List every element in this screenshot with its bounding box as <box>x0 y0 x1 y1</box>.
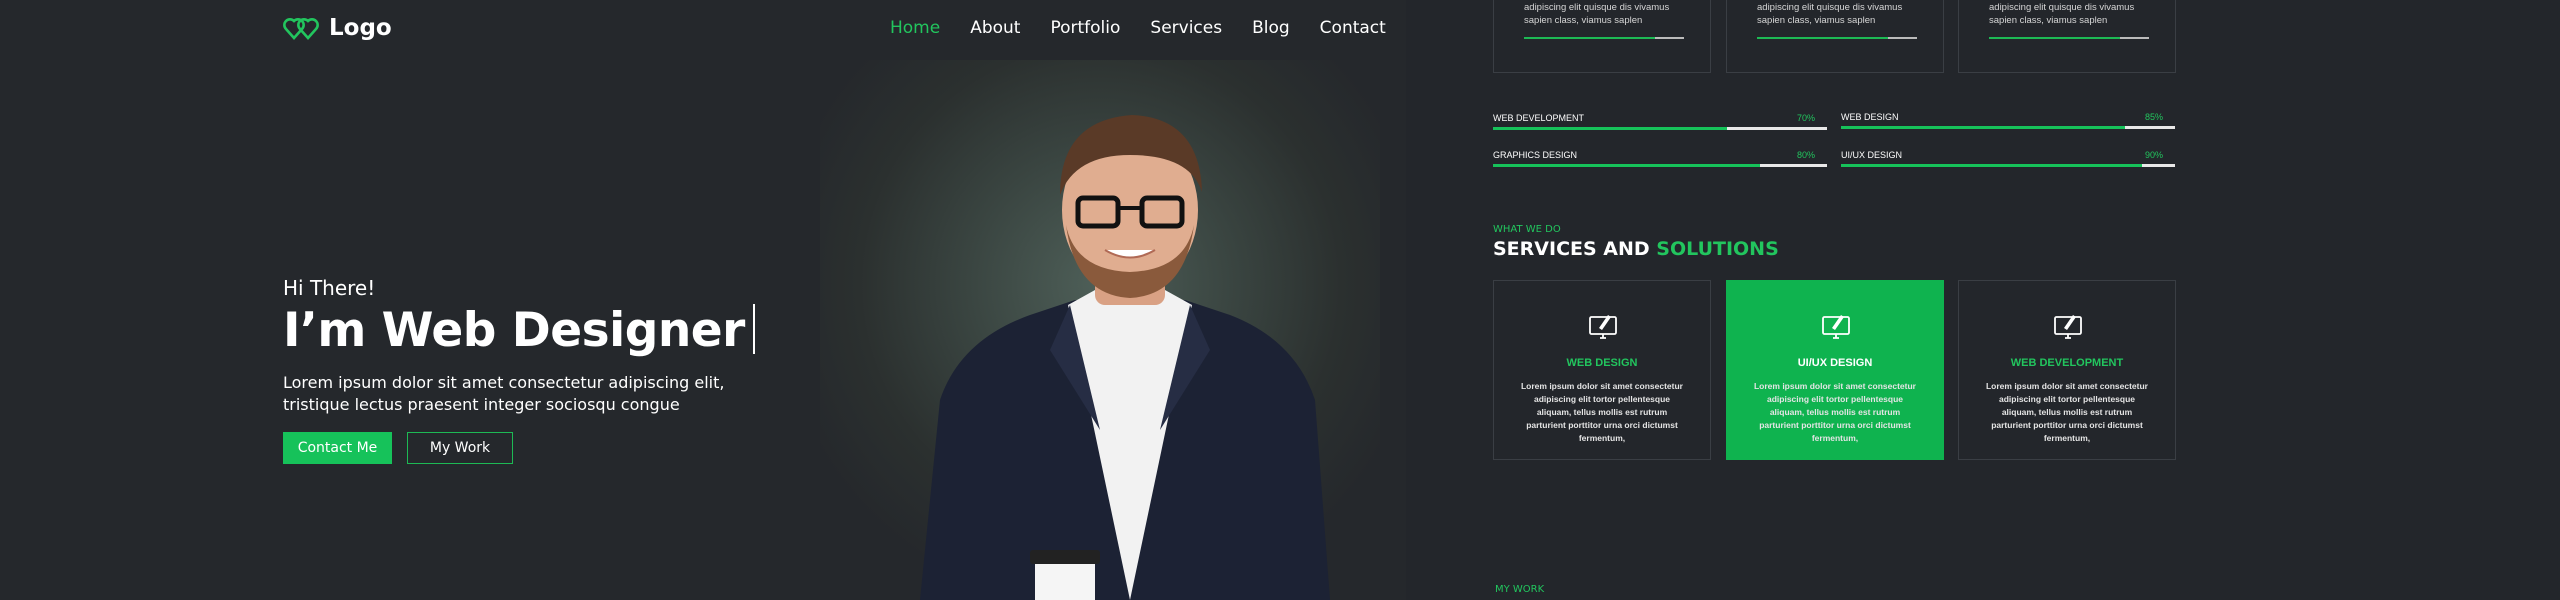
feature-card-text: adipiscing elit quisque dis vivamus sapi… <box>1524 2 1670 26</box>
nav-about[interactable]: About <box>970 18 1020 38</box>
feature-card-text: adipiscing elit quisque dis vivamus sapi… <box>1757 2 1903 26</box>
skill-percent: 70% <box>1796 113 1815 123</box>
skill-bar <box>1493 164 1827 167</box>
service-description: Lorem ipsum dolor sit amet consectetur a… <box>1520 381 1683 443</box>
nav-portfolio[interactable]: Portfolio <box>1050 18 1120 38</box>
content-panel: adipiscing elit quisque dis vivamus sapi… <box>1406 0 2560 600</box>
feature-card-progress <box>1989 37 2149 39</box>
skill-bar-fill <box>1493 164 1761 167</box>
service-card-web-design[interactable]: WEB DESIGN Lorem ipsum dolor sit amet co… <box>1493 280 1711 460</box>
skill-bar-fill <box>1841 126 2125 129</box>
portrait-image <box>920 115 1330 600</box>
feature-card-progress <box>1524 37 1684 39</box>
feature-card-progress-fill <box>1989 37 2121 39</box>
feature-card-progress <box>1757 37 1917 39</box>
skill-bar-fill <box>1493 127 1727 130</box>
site-logo[interactable]: Logo <box>283 14 392 42</box>
feature-card: adipiscing elit quisque dis vivamus sapi… <box>1493 0 1711 73</box>
monitor-pen-icon <box>2054 315 2082 339</box>
skill-name: GRAPHICS DESIGN <box>1493 150 1578 160</box>
services-title-main: SERVICES AND <box>1493 238 1650 260</box>
skill-percent: 90% <box>2144 150 2163 160</box>
skill-percent: 80% <box>1796 150 1815 160</box>
contact-me-button[interactable]: Contact Me <box>283 432 392 464</box>
typing-caret <box>752 304 755 354</box>
skill-name: UI/UX DESIGN <box>1841 150 1903 160</box>
service-description: Lorem ipsum dolor sit amet consectetur a… <box>1753 381 1916 443</box>
hero-headline: I’m Web Designer <box>283 303 755 358</box>
skill-name: WEB DEVELOPMENT <box>1493 113 1585 123</box>
my-work-eyebrow: MY WORK <box>1495 584 1545 595</box>
hero-greeting: Hi There! <box>283 276 376 300</box>
logo-hearts-icon <box>283 18 319 40</box>
service-description: Lorem ipsum dolor sit amet consectetur a… <box>1985 381 2148 443</box>
skill-bar <box>1841 126 2175 129</box>
skill-percent: 85% <box>2144 112 2163 122</box>
hero-lead: Lorem ipsum dolor sit amet consectetur a… <box>283 373 725 414</box>
services-title: SERVICES AND SOLUTIONS <box>1493 238 1779 260</box>
skill-bar-fill <box>1841 164 2142 167</box>
feature-card-progress-fill <box>1757 37 1889 39</box>
service-card-ui-ux-design[interactable]: UI/UX DESIGN Lorem ipsum dolor sit amet … <box>1726 280 1944 460</box>
monitor-pen-icon <box>1589 315 1617 339</box>
feature-card-progress-fill <box>1524 37 1656 39</box>
main-nav: Home About Portfolio Services Blog Conta… <box>890 18 1386 38</box>
my-work-button[interactable]: My Work <box>407 432 513 464</box>
hero-section: Logo Home About Portfolio Services Blog … <box>0 0 1406 600</box>
services-eyebrow: WHAT WE DO <box>1493 224 1561 235</box>
skill-bar <box>1493 127 1827 130</box>
nav-services[interactable]: Services <box>1150 18 1222 38</box>
service-card-web-development[interactable]: WEB DEVELOPMENT Lorem ipsum dolor sit am… <box>1958 280 2176 460</box>
nav-contact[interactable]: Contact <box>1320 18 1386 38</box>
skill-name: WEB DESIGN <box>1841 112 1899 122</box>
monitor-pen-icon <box>1822 315 1850 339</box>
feature-card: adipiscing elit quisque dis vivamus sapi… <box>1726 0 1944 73</box>
feature-card-text: adipiscing elit quisque dis vivamus sapi… <box>1989 2 2135 26</box>
hero-headline-text: I’m Web Designer <box>283 303 745 358</box>
services-title-accent: SOLUTIONS <box>1656 238 1779 260</box>
nav-blog[interactable]: Blog <box>1252 18 1290 38</box>
service-title: WEB DEVELOPMENT <box>2010 357 2124 369</box>
service-title: WEB DESIGN <box>1566 357 1638 369</box>
skill-bar <box>1841 164 2175 167</box>
feature-card: adipiscing elit quisque dis vivamus sapi… <box>1958 0 2176 73</box>
service-title: UI/UX DESIGN <box>1797 357 1873 369</box>
nav-home[interactable]: Home <box>890 18 940 38</box>
logo-text: Logo <box>329 15 392 41</box>
